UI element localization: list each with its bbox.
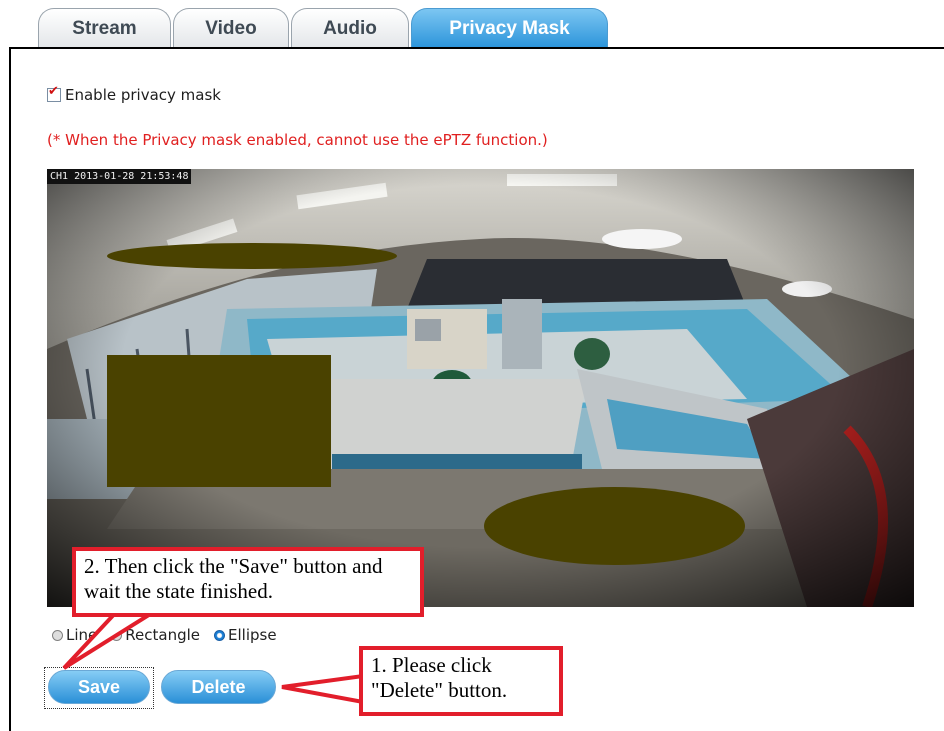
- radio-rectangle[interactable]: Rectangle: [111, 626, 200, 644]
- radio-line-indicator[interactable]: [52, 629, 63, 641]
- camera-osd-timestamp: CH1 2013-01-28 21:53:48: [47, 169, 192, 184]
- radio-line[interactable]: Line: [52, 626, 97, 644]
- mask-ellipse-2[interactable]: [107, 243, 397, 269]
- tab-privacy-mask[interactable]: Privacy Mask: [411, 8, 608, 48]
- enable-privacy-mask-option[interactable]: Enable privacy mask: [47, 84, 221, 104]
- radio-rectangle-indicator[interactable]: [111, 629, 123, 641]
- tab-stream[interactable]: Stream: [38, 8, 171, 48]
- radio-rectangle-label: Rectangle: [125, 626, 200, 644]
- save-button[interactable]: Save: [48, 670, 150, 704]
- tab-audio[interactable]: Audio: [291, 8, 409, 48]
- enable-privacy-mask-checkbox[interactable]: [47, 84, 61, 102]
- enable-privacy-mask-label: Enable privacy mask: [65, 86, 221, 104]
- tab-video[interactable]: Video: [173, 8, 289, 48]
- eptz-warning-text: (* When the Privacy mask enabled, cannot…: [47, 131, 548, 149]
- callout-step-1: 1. Please click "Delete" button.: [359, 646, 563, 716]
- radio-line-label: Line: [66, 626, 98, 644]
- mask-shape-options: Line Rectangle Ellipse: [52, 626, 291, 644]
- callout-step-2: 2. Then click the "Save" button and wait…: [72, 547, 424, 617]
- radio-ellipse[interactable]: Ellipse: [214, 626, 277, 644]
- mask-ellipse-1[interactable]: [484, 487, 745, 565]
- camera-preview[interactable]: CH1 2013-01-28 21:53:48: [47, 169, 914, 607]
- delete-button[interactable]: Delete: [161, 670, 276, 704]
- radio-ellipse-indicator[interactable]: [214, 629, 225, 641]
- radio-ellipse-label: Ellipse: [228, 626, 277, 644]
- mask-rectangle-1[interactable]: [107, 355, 331, 487]
